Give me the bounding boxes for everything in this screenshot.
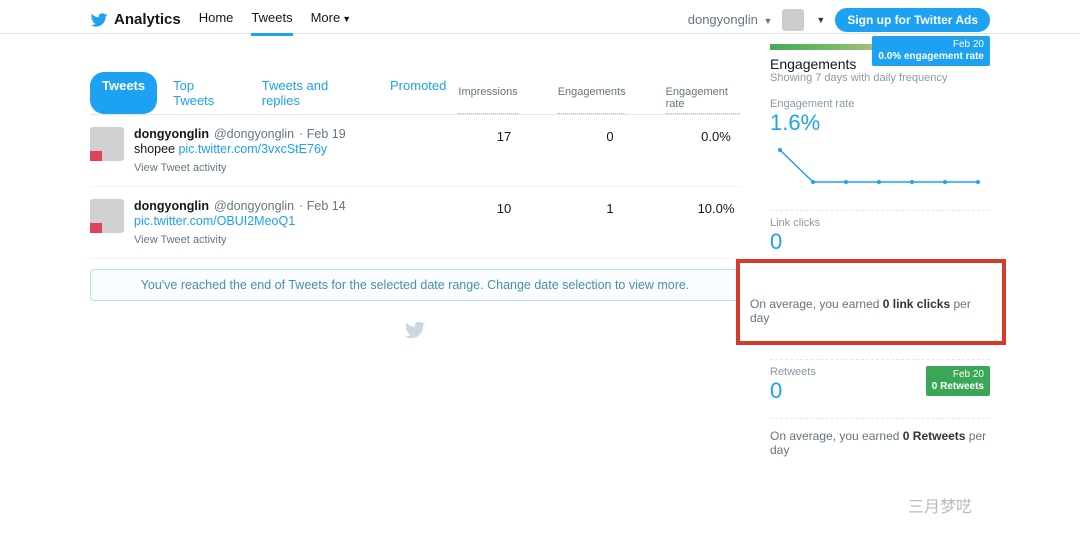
tab-replies[interactable]: Tweets and replies — [250, 72, 374, 114]
tweet-date: · Feb 14 — [299, 199, 346, 213]
chevron-down-icon: ▼ — [763, 16, 772, 26]
link-clicks-label: Link clicks — [770, 217, 990, 229]
avatar — [90, 127, 124, 161]
metric-impressions: 10 — [480, 201, 528, 246]
link-clicks-value: 0 — [770, 229, 990, 255]
app-title: Analytics — [114, 11, 181, 28]
tweet-handle: @dongyonglin — [214, 127, 294, 141]
metric-rate: 10.0% — [692, 201, 740, 246]
username-dropdown[interactable]: dongyonglin ▼ — [688, 12, 773, 27]
footer-bird-icon — [90, 319, 740, 344]
tweet-author: dongyonglin — [134, 127, 209, 141]
tweet-link[interactable]: pic.twitter.com/3vxcStE76y — [178, 142, 327, 156]
engagements-subtitle: Showing 7 days with daily frequency — [770, 72, 990, 84]
engagement-rate-sparkline — [770, 142, 990, 192]
metric-rate: 0.0% — [692, 129, 740, 174]
metric-impressions: 17 — [480, 129, 528, 174]
highlighted-box: On average, you earned 0 link clicks per… — [740, 263, 1002, 341]
nav-home[interactable]: Home — [199, 4, 234, 36]
tweet-text: shopee — [134, 142, 178, 156]
view-tweet-activity-link[interactable]: View Tweet activity — [134, 162, 480, 174]
col-impressions: Impressions — [458, 86, 517, 114]
tweet-row[interactable]: dongyonglin @dongyonglin · Feb 19 shopee… — [90, 115, 740, 187]
header-right: dongyonglin ▼ ▼ Sign up for Twitter Ads — [688, 8, 990, 32]
nav-tweets[interactable]: Tweets — [251, 4, 292, 36]
engagement-rate-value: 1.6% — [770, 110, 820, 136]
top-nav: Analytics Home Tweets More▼ dongyonglin … — [0, 0, 1080, 34]
end-of-tweets-message: You've reached the end of Tweets for the… — [90, 269, 740, 301]
chevron-down-icon: ▼ — [816, 15, 825, 25]
retweets-average: On average, you earned 0 Retweets per da… — [770, 418, 990, 457]
link-clicks-average: On average, you earned 0 link clicks per… — [750, 293, 992, 325]
tab-promoted[interactable]: Promoted — [378, 72, 458, 114]
signup-ads-button[interactable]: Sign up for Twitter Ads — [835, 8, 990, 32]
tweet-row[interactable]: dongyonglin @dongyonglin · Feb 14 pic.tw… — [90, 187, 740, 259]
engagement-rate-tooltip: Feb 20 0.0% engagement rate — [872, 36, 990, 66]
avatar — [90, 199, 124, 233]
metric-engagements: 1 — [586, 201, 634, 246]
avatar[interactable] — [782, 9, 804, 31]
tab-tweets[interactable]: Tweets — [90, 72, 157, 114]
tweet-date: · Feb 19 — [299, 127, 346, 141]
col-rate: Engagement rate — [666, 86, 740, 114]
metric-engagements: 0 — [586, 129, 634, 174]
watermark: 三月梦呓 — [908, 493, 972, 517]
sidebar: Engagements Showing 7 days with daily fr… — [770, 44, 990, 457]
chevron-down-icon: ▼ — [342, 14, 351, 24]
engagement-rate-label: Engagement rate — [770, 98, 990, 110]
tweet-author: dongyonglin — [134, 199, 209, 213]
twitter-bird-icon — [90, 11, 108, 29]
logo-group: Analytics — [90, 11, 181, 29]
tweets-panel: Tweets Top Tweets Tweets and replies Pro… — [90, 44, 740, 457]
tab-top-tweets[interactable]: Top Tweets — [161, 72, 246, 114]
retweets-tooltip: Feb 20 0 Retweets — [926, 366, 990, 396]
nav-more[interactable]: More▼ — [311, 4, 352, 36]
main-nav: Home Tweets More▼ — [199, 4, 351, 36]
tweet-link[interactable]: pic.twitter.com/OBUI2MeoQ1 — [134, 214, 295, 228]
tweet-handle: @dongyonglin — [214, 199, 294, 213]
col-engagements: Engagements — [558, 86, 626, 114]
view-tweet-activity-link[interactable]: View Tweet activity — [134, 234, 480, 246]
